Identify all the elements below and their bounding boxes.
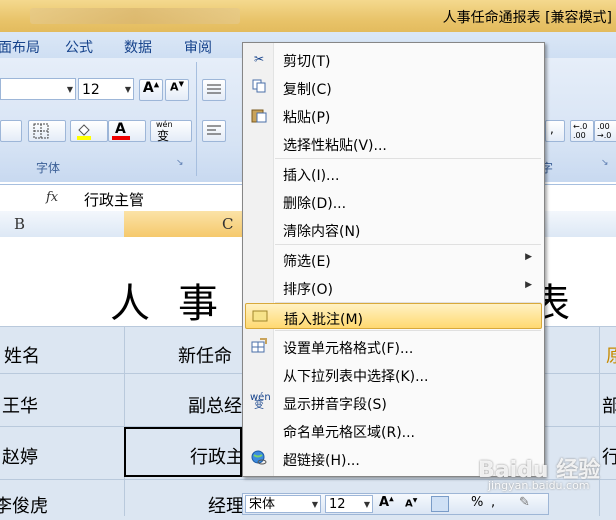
menu-item-show-phonetic[interactable]: wén 变 显示拼音字段(S) bbox=[245, 389, 542, 415]
comma-style-button[interactable]: , bbox=[491, 495, 495, 510]
sheet-title-char: 事 bbox=[178, 281, 218, 327]
align-left-icon bbox=[207, 125, 221, 135]
header-new-post-cell[interactable]: 新任命 bbox=[178, 342, 232, 368]
menu-item-sort[interactable]: 排序(O) ▶ bbox=[245, 274, 542, 300]
mini-grow-font-button[interactable]: A▲ bbox=[379, 495, 394, 510]
header-name-cell[interactable]: 姓名 bbox=[4, 342, 40, 368]
paste-icon bbox=[250, 107, 268, 123]
percent-style-button[interactable]: % bbox=[471, 495, 483, 510]
right-cell[interactable]: 部 bbox=[602, 392, 616, 418]
font-group-label: 字体 bbox=[36, 161, 61, 175]
underline-button[interactable] bbox=[0, 120, 22, 142]
insert-function-icon[interactable]: fx bbox=[46, 190, 58, 205]
chevron-down-icon: ▼ bbox=[311, 500, 318, 509]
border-button[interactable] bbox=[28, 120, 66, 142]
shrink-font-button[interactable]: A▼ bbox=[165, 79, 189, 101]
phonetic-icon: 变 bbox=[157, 129, 170, 143]
grow-font-button[interactable]: A▲ bbox=[139, 79, 163, 101]
mini-size-combo[interactable]: 12 ▼ bbox=[325, 495, 373, 513]
align-top-button[interactable] bbox=[202, 79, 226, 101]
border-icon bbox=[33, 123, 49, 139]
menu-item-format-cells[interactable]: 设置单元格格式(F)... bbox=[245, 333, 542, 359]
menu-item-cut[interactable]: ✂ 剪切(T) bbox=[245, 46, 542, 72]
menu-item-insert-comment[interactable]: 插入批注(M) bbox=[245, 303, 542, 329]
format-cells-icon bbox=[250, 338, 268, 354]
paint-bucket-icon bbox=[77, 124, 91, 140]
fill-color-button[interactable] bbox=[70, 120, 108, 142]
font-color-a-icon: A bbox=[115, 121, 126, 137]
comma-style-button[interactable]: , bbox=[545, 120, 565, 142]
mini-toolbar: 宋体 ▼ 12 ▼ A▲ A▼ % , ✎ bbox=[242, 493, 549, 515]
name-cell[interactable]: 王华 bbox=[2, 392, 38, 418]
scissors-icon: ✂ bbox=[253, 52, 265, 66]
header-right-cell[interactable]: 原 bbox=[606, 342, 616, 368]
phonetic-guide-button[interactable]: wén 变 bbox=[150, 120, 192, 143]
hyperlink-icon bbox=[250, 450, 268, 466]
dialog-launcher-icon[interactable]: ↘ bbox=[601, 158, 609, 168]
new-post-cell[interactable]: 经理 bbox=[208, 492, 244, 518]
menu-item-insert[interactable]: 插入(I)... bbox=[245, 160, 542, 186]
align-lines-icon bbox=[207, 84, 221, 94]
comment-icon bbox=[251, 309, 269, 325]
mini-shrink-font-button[interactable]: A▼ bbox=[405, 497, 417, 509]
chevron-down-icon: ▼ bbox=[124, 85, 131, 94]
title-bar: 人事任命通报表 [兼容模式] bbox=[0, 0, 616, 33]
mini-font-combo[interactable]: 宋体 ▼ bbox=[245, 495, 321, 513]
font-color-button[interactable]: A bbox=[108, 120, 146, 142]
tab-formulas[interactable]: 公式 bbox=[65, 37, 93, 57]
mini-format-icon[interactable] bbox=[431, 496, 449, 512]
submenu-arrow-icon: ▶ bbox=[525, 252, 532, 262]
font-size-combo[interactable]: 12 ▼ bbox=[78, 78, 134, 100]
name-cell[interactable]: 李俊虎 bbox=[0, 492, 48, 518]
font-name-combo[interactable]: ▼ bbox=[0, 78, 76, 100]
menu-item-paste-special[interactable]: 选择性粘贴(V)... bbox=[245, 130, 542, 156]
dialog-launcher-icon[interactable]: ↘ bbox=[176, 158, 184, 168]
menu-item-define-name[interactable]: 命名单元格区域(R)... bbox=[245, 417, 542, 443]
active-cell-border bbox=[124, 427, 242, 477]
menu-item-delete[interactable]: 删除(D)... bbox=[245, 188, 542, 214]
format-painter-icon[interactable]: ✎ bbox=[519, 495, 530, 510]
chevron-down-icon: ▼ bbox=[66, 85, 73, 94]
right-cell[interactable]: 行 bbox=[602, 443, 616, 469]
menu-item-copy[interactable]: 复制(C) bbox=[245, 74, 542, 100]
align-left-button[interactable] bbox=[202, 120, 226, 142]
window-title: 人事任命通报表 [兼容模式] bbox=[442, 10, 612, 26]
menu-item-paste[interactable]: 粘贴(P) bbox=[245, 102, 542, 128]
formula-input[interactable]: 行政主管 bbox=[84, 189, 144, 210]
copy-icon bbox=[250, 79, 268, 95]
tab-page-layout[interactable]: 面布局 bbox=[0, 37, 40, 57]
menu-item-filter[interactable]: 筛选(E) ▶ bbox=[245, 246, 542, 272]
decrease-decimal-button[interactable]: .00 →.0 bbox=[594, 120, 616, 142]
increase-decimal-button[interactable]: ←.0.00 bbox=[570, 120, 594, 142]
watermark-url: jingyan.baidu.com bbox=[488, 479, 590, 492]
submenu-arrow-icon: ▶ bbox=[525, 280, 532, 290]
column-header-b[interactable]: B bbox=[14, 215, 25, 233]
chevron-down-icon: ▼ bbox=[363, 500, 370, 509]
name-cell[interactable]: 赵婷 bbox=[2, 443, 38, 469]
column-header-c[interactable]: C bbox=[222, 215, 233, 233]
blurred-title-region bbox=[30, 8, 240, 24]
phonetic-icon: wén 变 bbox=[250, 392, 271, 411]
menu-item-clear-contents[interactable]: 清除内容(N) bbox=[245, 216, 542, 242]
new-post-cell[interactable]: 副总经 bbox=[188, 392, 242, 418]
menu-item-pick-from-list[interactable]: 从下拉列表中选择(K)... bbox=[245, 361, 542, 387]
name-box[interactable] bbox=[0, 188, 34, 206]
tab-review[interactable]: 审阅 bbox=[184, 37, 212, 57]
sheet-title-char: 人 bbox=[110, 281, 150, 327]
tab-data[interactable]: 数据 bbox=[124, 37, 152, 57]
context-menu: ✂ 剪切(T) 复制(C) 粘贴(P) 选择性粘贴(V)... 插入(I)...… bbox=[242, 42, 545, 477]
